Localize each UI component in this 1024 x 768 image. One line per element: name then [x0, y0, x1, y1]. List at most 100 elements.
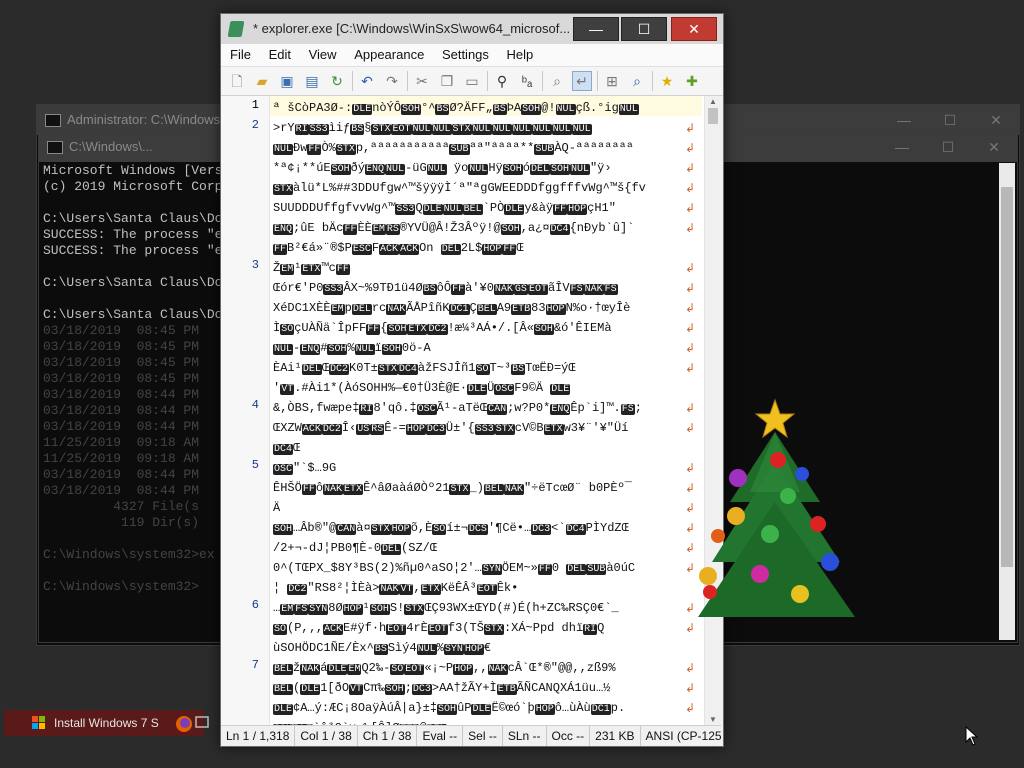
close-button[interactable]: ✕ [671, 17, 717, 41]
add-favorite-icon[interactable]: ✚ [682, 71, 702, 91]
text-line[interactable]: NUL-ENQ#SOH%NULïSOH0ö-A [273, 338, 693, 358]
save-icon[interactable]: ▣ [277, 71, 297, 91]
control-char-badge: EOT [404, 664, 425, 675]
new-icon[interactable]: 🗋 [227, 71, 247, 91]
text-line[interactable]: Ä [273, 498, 693, 518]
menu-file[interactable]: File [223, 47, 258, 62]
status-line[interactable]: Ln 1 / 1,318 [221, 726, 296, 746]
text-line[interactable]: BELžNAKáDLE EMQ2‰-SO EOT«¡~PHOP,,NAKcÂ`Œ*®… [273, 658, 693, 678]
text-line[interactable]: ÌSOçUÀÑä`ÎpFFFF{SOH ETX DC2!æ¼³AÁ•/.[Â«SOH… [273, 318, 693, 338]
text-line[interactable]: ŽEM¹ETX™cFF [273, 258, 693, 278]
control-char-badge: DCS [467, 524, 488, 535]
control-char-badge: STX [494, 424, 515, 435]
zoom-icon[interactable]: ⌕ [547, 71, 567, 91]
text-line[interactable]: ùSOHÖDC1ÑE/Èx^BSSìý4NUL%SYN HOP€ [273, 638, 693, 658]
text-line[interactable]: …EM FS SYN8ØHOP¹SOHS!STXŒÇ93WX±ŒYD(#)É(h+Z… [273, 598, 693, 618]
scrollbar-thumb[interactable] [1001, 187, 1013, 567]
text-line[interactable]: ÈAi¹DELŒDC2K0T±STX DC4àžFSJÎñ1SOT~³BSTœËÐ… [273, 358, 693, 378]
text-line[interactable]: ÊHŠÖFFôNAK ETXÊ^âØaàáØÒº21STX_)BEL NAK"÷ëT… [273, 478, 693, 498]
control-char-badge: EOT [391, 124, 412, 135]
text-line[interactable]: Œór€'P0SS3ÂX~%9TÐ1ü4ØBSôÔFFà'¥0NAK GS EOTã… [273, 278, 693, 298]
text-line[interactable]: ŒXZWACK DC2Î‹US RSÊ-=HOP DC3Ü±'{SS3 STXcV©BE… [273, 418, 693, 438]
text-line[interactable]: DC4Œ [273, 438, 693, 458]
control-char-badge: EOT [386, 624, 407, 635]
paste-icon[interactable]: ▭ [462, 71, 482, 91]
text-line[interactable]: 'VT.#Ài1*(ÀóSOHH%—€0†Ü3È@E·DLEÜOSCF9©Ä D… [273, 378, 693, 398]
text-line[interactable]: DLE¢A…ý:ÆC¡8OaÿÀúÂ|a}±‡SOHûPDLEË©œó`þHOP… [273, 698, 693, 718]
minimize-button[interactable]: — [879, 132, 925, 162]
status-column[interactable]: Col 1 / 38 [295, 726, 358, 746]
text-line[interactable]: /2+¬-dJ¦PB0¶È-0DEL(SZ/Œ [273, 538, 693, 558]
control-char-badge: NUL [491, 124, 512, 135]
text-line[interactable]: ª šCòPA3Ø-:DLEnòÝÔSOH°^BSØ?ÄFF„BSÞASOH@!… [273, 98, 693, 118]
text-line[interactable]: ¦ DC2"RS8²¦ÌÈà>NAK VT,ETXKëÊÂ³EOTÊk• [273, 578, 693, 598]
word-wrap-marker-icon: ↲ [685, 361, 696, 375]
control-char-badge: BS [492, 104, 507, 115]
control-char-badge: BS [422, 284, 437, 295]
text-line[interactable]: STXàlü*L%##3DDUfgw^™šÿÿÿÌ´ª"ªgGWEEDDDfgg… [273, 178, 693, 198]
control-char-badge: DC3 [425, 424, 446, 435]
console-icon [47, 141, 63, 154]
control-char-badge: EOT [427, 624, 448, 635]
control-char-badge: FS [294, 604, 309, 615]
redo-icon[interactable]: ↷ [382, 71, 402, 91]
menu-edit[interactable]: Edit [262, 47, 298, 62]
console-scrollbar[interactable] [999, 163, 1015, 640]
taskbar-item-firefox[interactable] [172, 712, 216, 736]
menu-help[interactable]: Help [500, 47, 541, 62]
control-char-badge: STX [449, 484, 470, 495]
find-icon[interactable]: ⚲ [492, 71, 512, 91]
text-line[interactable]: SOH…Âb®"@CANà¤STX HOPõ,ÈSOí±¬DCS'¶Cë•…DC3… [273, 518, 693, 538]
maximize-button[interactable]: ☐ [621, 17, 667, 41]
menu-view[interactable]: View [302, 47, 344, 62]
favorite-icon[interactable]: ★ [657, 71, 677, 91]
text-line[interactable]: SUUDDDUffgfvvWg^™SS3QDLE NUL BEL`PÒDLEy&àÿ… [273, 198, 693, 218]
control-char-badge: SOH [381, 344, 402, 355]
text-line[interactable]: >rYRI SS3ìiƒBS§STX EOT NUL NUL STX NUL NUL NUL NU… [273, 118, 693, 138]
toolbar-separator [597, 71, 598, 91]
replace-icon[interactable]: ᵇₐ [517, 71, 537, 91]
scroll-up-icon[interactable]: ▲ [705, 96, 721, 108]
text-line[interactable]: 0^(TŒPX_$8Y³BS(2)%ñµ0^aSO¦2'…SYNÖEM~»FF0… [273, 558, 693, 578]
text-line[interactable]: OSC"`$…9G [273, 458, 693, 478]
wrap-icon[interactable]: ↵ [572, 71, 592, 91]
open-icon[interactable]: ▰ [252, 71, 272, 91]
menu-appearance[interactable]: Appearance [347, 47, 431, 62]
cut-icon[interactable]: ✂ [412, 71, 432, 91]
scrollbar-thumb[interactable] [708, 108, 718, 124]
text-line[interactable]: BEL(DLE1[ðOVTCπ‰SOH;DC3>AA†žÃY+ÌETBÃÑCAN… [273, 678, 693, 698]
text-line[interactable]: *ª¢¡**úESOHðýENQ NUL-üGNUL ÿoNULHÿSOHóDEL… [273, 158, 693, 178]
control-char-badge: DEL [351, 304, 372, 315]
status-encoding[interactable]: ANSI (CP-1252) [641, 726, 721, 746]
maximize-button[interactable]: ☐ [925, 132, 971, 162]
save-as-icon[interactable]: ▤ [302, 71, 322, 91]
reload-icon[interactable]: ↻ [327, 71, 347, 91]
text-line[interactable]: NULÐwFFÒ%STXp,ªªªªªªªªªªªSUBªª"ªªªª**SUB… [273, 138, 693, 158]
control-char-badge: STX [451, 124, 472, 135]
window-titlebar[interactable]: * explorer.exe [C:\Windows\WinSxS\wow64_… [221, 14, 723, 44]
editor-area[interactable]: 1 2 3 4 5 6 7 ª šCòPA3Ø-:DLEnòÝÔSOH°^BSØ?ÄFF„B… [221, 96, 721, 726]
text-line[interactable]: &,ÒBS,fwæpe‡RI8'qô.‡OSCÃ¹-aTëŒCAN;w?P0*E… [273, 398, 693, 418]
control-char-badge: FF [335, 264, 350, 275]
control-char-badge: DC3 [531, 524, 552, 535]
notepad3-window[interactable]: * explorer.exe [C:\Windows\WinSxS\wow64_… [220, 13, 724, 747]
view-icon[interactable]: ⊞ [602, 71, 622, 91]
text-line[interactable]: SO(P,‚,ACKE#ÿf·hEOT4rÈEOTf3(TŠSTX:XÁ~Ppd… [273, 618, 693, 638]
word-wrap-marker-icon: ↲ [685, 141, 696, 155]
text-line[interactable]: FFB²€á»¨®$PESCFACK ACKOn DEL2L$HOP FFŒ [273, 238, 693, 258]
menu-settings[interactable]: Settings [435, 47, 496, 62]
close-button[interactable]: ✕ [971, 132, 1017, 162]
search-icon[interactable]: ⌕ [627, 71, 647, 91]
undo-icon[interactable]: ↶ [357, 71, 377, 91]
text-content[interactable]: ª šCòPA3Ø-:DLEnòÝÔSOH°^BSØ?ÄFF„BSÞASOH@!… [273, 96, 701, 726]
status-character[interactable]: Ch 1 / 38 [358, 726, 418, 746]
word-wrap-marker-icon: ↲ [685, 121, 696, 135]
control-char-badge: SOH [437, 704, 458, 715]
control-char-badge: ENQ [300, 344, 321, 355]
minimize-button[interactable]: — [573, 17, 619, 41]
text-line[interactable]: XéDC1XÈÈEMpDELrcNAKÃÅPîñKDC1ÇBELA9ETB83H… [273, 298, 693, 318]
control-char-badge: CAN [336, 524, 357, 535]
text-line[interactable]: ENQ;ûE bÄcFFÈÈEM RS®YVÜ@Â!Ž3Âºÿ!@SOH,a¿¤D… [273, 218, 693, 238]
control-char-badge: US [356, 424, 371, 435]
copy-icon[interactable]: ❐ [437, 71, 457, 91]
